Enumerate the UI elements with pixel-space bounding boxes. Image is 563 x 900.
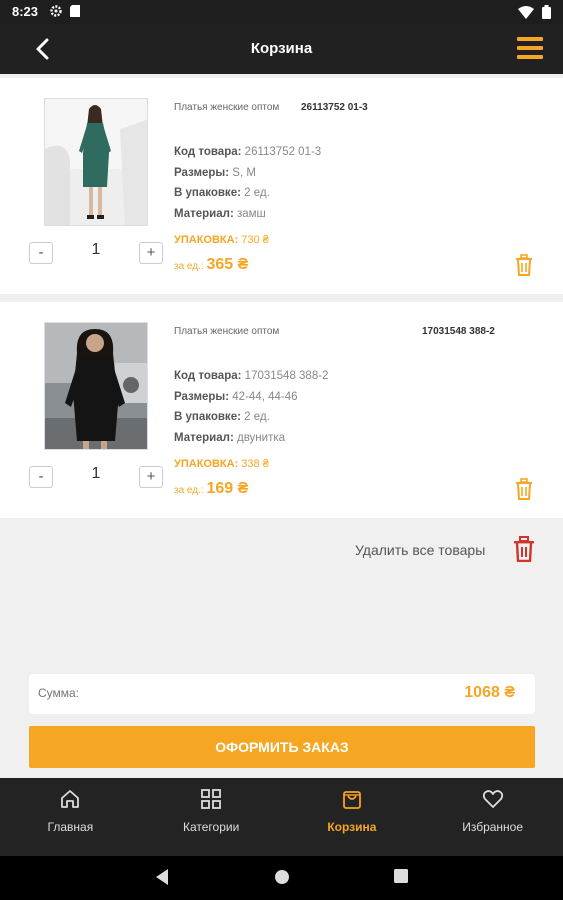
product-code-row: Код товара: 26113752 01-3 xyxy=(174,142,321,163)
product-material-row: Материал: двунитка xyxy=(174,428,328,449)
unit-price: за ед.: 365 ₴ xyxy=(174,256,248,274)
product-image[interactable] xyxy=(44,98,148,226)
battery-icon xyxy=(542,5,551,19)
nav-item-cart[interactable]: Корзина xyxy=(282,778,423,856)
product-sku: 17031548 388-2 xyxy=(422,326,495,337)
delete-all-label: Удалить все товары xyxy=(355,542,486,558)
product-code-row: Код товара: 17031548 388-2 xyxy=(174,366,328,387)
quantity-decrease-button[interactable]: - xyxy=(29,242,53,264)
material-value: двунитка xyxy=(236,431,286,444)
product-sizes-row: Размеры: S, M xyxy=(174,163,321,184)
nav-item-categories[interactable]: Категории xyxy=(141,778,282,856)
pack-value: 2 ед. xyxy=(244,187,270,199)
nav-label: Корзина xyxy=(327,820,377,834)
sizes-label: Размеры: xyxy=(174,390,230,403)
product-name: Платья женские оптом xyxy=(174,326,280,337)
quantity-value: 1 xyxy=(91,465,101,482)
product-sku: 26113752 01-3 xyxy=(301,102,368,113)
checkout-button[interactable]: ОФОРМИТЬ ЗАКАЗ xyxy=(29,726,535,768)
back-triangle-icon[interactable] xyxy=(154,868,170,886)
bottom-nav: Главная Категории Корзина Избранное xyxy=(0,778,563,856)
trash-icon[interactable] xyxy=(514,254,534,276)
hamburger-menu-icon[interactable] xyxy=(517,37,543,61)
quantity-value: 1 xyxy=(91,241,101,258)
sizes-value: S, M xyxy=(232,166,256,179)
unit-price-value: 365 ₴ xyxy=(206,256,249,273)
package-price-value: 730 ₴ xyxy=(241,234,269,246)
app-bar: Корзина xyxy=(0,24,563,74)
code-label: Код товара: xyxy=(174,146,242,158)
heart-icon xyxy=(482,790,503,808)
sum-label: Сумма: xyxy=(38,686,80,700)
nav-item-home[interactable]: Главная xyxy=(0,778,141,856)
material-value: замш xyxy=(236,207,266,220)
unit-label: за ед.: xyxy=(174,485,204,496)
cart-item: Платья женские оптом 26113752 01-3 Код т… xyxy=(0,78,563,294)
code-value: 26113752 01-3 xyxy=(244,146,322,158)
status-time: 8:23 xyxy=(12,4,39,19)
system-nav-bar xyxy=(0,856,563,900)
gear-icon xyxy=(50,5,62,17)
sum-value: 1068 ₴ xyxy=(464,684,515,701)
home-icon xyxy=(61,790,80,808)
package-label: УПАКОВКА: xyxy=(174,234,239,246)
bag-icon xyxy=(342,791,361,809)
package-price: УПАКОВКА: 338 ₴ xyxy=(174,458,269,470)
unit-price-value: 169 ₴ xyxy=(206,480,249,497)
package-label: УПАКОВКА: xyxy=(174,458,239,470)
home-circle-icon[interactable] xyxy=(273,868,291,886)
quantity-increase-button[interactable]: + xyxy=(139,466,163,488)
trash-icon xyxy=(514,536,534,562)
code-label: Код товара: xyxy=(174,370,242,382)
material-label: Материал: xyxy=(174,207,234,220)
page-title: Корзина xyxy=(250,40,313,57)
product-material-row: Материал: замш xyxy=(174,204,321,225)
nav-label: Категории xyxy=(182,820,240,834)
sd-card-icon xyxy=(70,5,80,17)
quantity-decrease-button[interactable]: - xyxy=(29,466,53,488)
unit-price: за ед.: 169 ₴ xyxy=(174,480,248,498)
product-pack-row: В упаковке: 2 ед. xyxy=(174,183,321,204)
code-value: 17031548 388-2 xyxy=(244,370,329,382)
package-price: УПАКОВКА: 730 ₴ xyxy=(174,234,269,246)
cart-item: Платья женские оптом 17031548 388-2 Код … xyxy=(0,302,563,518)
package-price-value: 338 ₴ xyxy=(241,458,269,470)
wifi-icon xyxy=(518,5,534,19)
unit-label: за ед.: xyxy=(174,261,204,272)
sizes-value: 42-44, 44-46 xyxy=(232,390,298,403)
recents-square-icon[interactable] xyxy=(393,868,409,884)
product-details: Код товара: 26113752 01-3 Размеры: S, M … xyxy=(174,142,321,224)
product-sizes-row: Размеры: 42-44, 44-46 xyxy=(174,387,328,408)
nav-label: Избранное xyxy=(462,820,524,834)
trash-icon[interactable] xyxy=(514,478,534,500)
material-label: Материал: xyxy=(174,431,234,444)
pack-label: В упаковке: xyxy=(174,411,241,423)
sizes-label: Размеры: xyxy=(174,166,230,179)
product-image[interactable] xyxy=(44,322,148,450)
status-bar: 8:23 xyxy=(0,0,563,24)
pack-value: 2 ед. xyxy=(244,411,270,423)
product-pack-row: В упаковке: 2 ед. xyxy=(174,407,328,428)
pack-label: В упаковке: xyxy=(174,187,241,199)
grid-icon xyxy=(201,789,222,809)
delete-all-button[interactable]: Удалить все товары xyxy=(355,536,540,564)
product-details: Код товара: 17031548 388-2 Размеры: 42-4… xyxy=(174,366,328,448)
nav-label: Главная xyxy=(47,820,94,834)
nav-item-favorites[interactable]: Избранное xyxy=(422,778,563,856)
product-name: Платья женские оптом xyxy=(174,102,280,113)
order-sum: Сумма: 1068 ₴ xyxy=(29,674,535,714)
quantity-increase-button[interactable]: + xyxy=(139,242,163,264)
